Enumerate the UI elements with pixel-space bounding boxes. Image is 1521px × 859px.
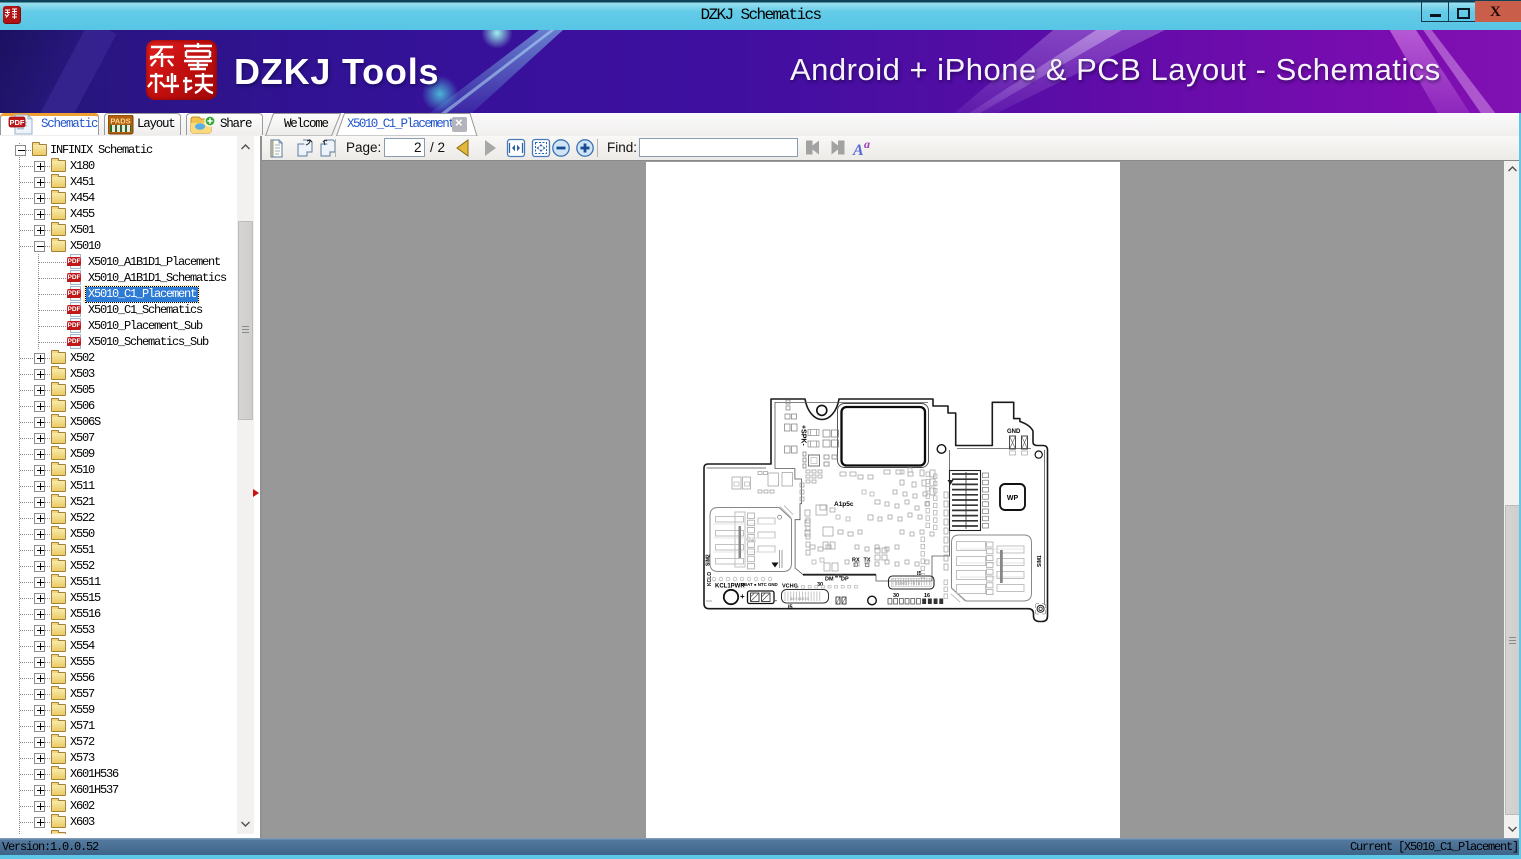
svg-text:VBAT ● NTC GND: VBAT ● NTC GND	[741, 582, 778, 587]
svg-text:A: A	[852, 142, 864, 158]
svg-text:DM: DM	[825, 577, 834, 583]
svg-text:SIM2: SIM2	[706, 554, 712, 566]
svg-text:a: a	[864, 139, 870, 151]
svg-text:VCHG: VCHG	[782, 584, 798, 590]
svg-text:+SPK-: +SPK-	[800, 425, 807, 446]
svg-text:TX: TX	[864, 558, 871, 564]
svg-text:16: 16	[924, 593, 930, 599]
svg-text:04: 04	[746, 535, 756, 545]
svg-text:WP: WP	[1007, 495, 1019, 502]
svg-text:-: -	[775, 596, 778, 605]
svg-text:DP: DP	[841, 577, 849, 583]
svg-text:PDF: PDF	[10, 118, 25, 127]
svg-text:J5002+-0.8: J5002+-0.8	[895, 583, 921, 587]
svg-text:SIM1: SIM1	[1037, 555, 1043, 567]
svg-text:A1p5c: A1p5c	[834, 501, 854, 508]
svg-text:I5: I5	[788, 605, 793, 611]
svg-text:GND: GND	[1007, 429, 1021, 435]
svg-text:3C+1E2J1: 3C+1E2J1	[790, 598, 810, 602]
svg-text:+: +	[740, 592, 745, 601]
svg-text:30: 30	[893, 593, 899, 599]
svg-text:PADS: PADS	[110, 117, 130, 126]
